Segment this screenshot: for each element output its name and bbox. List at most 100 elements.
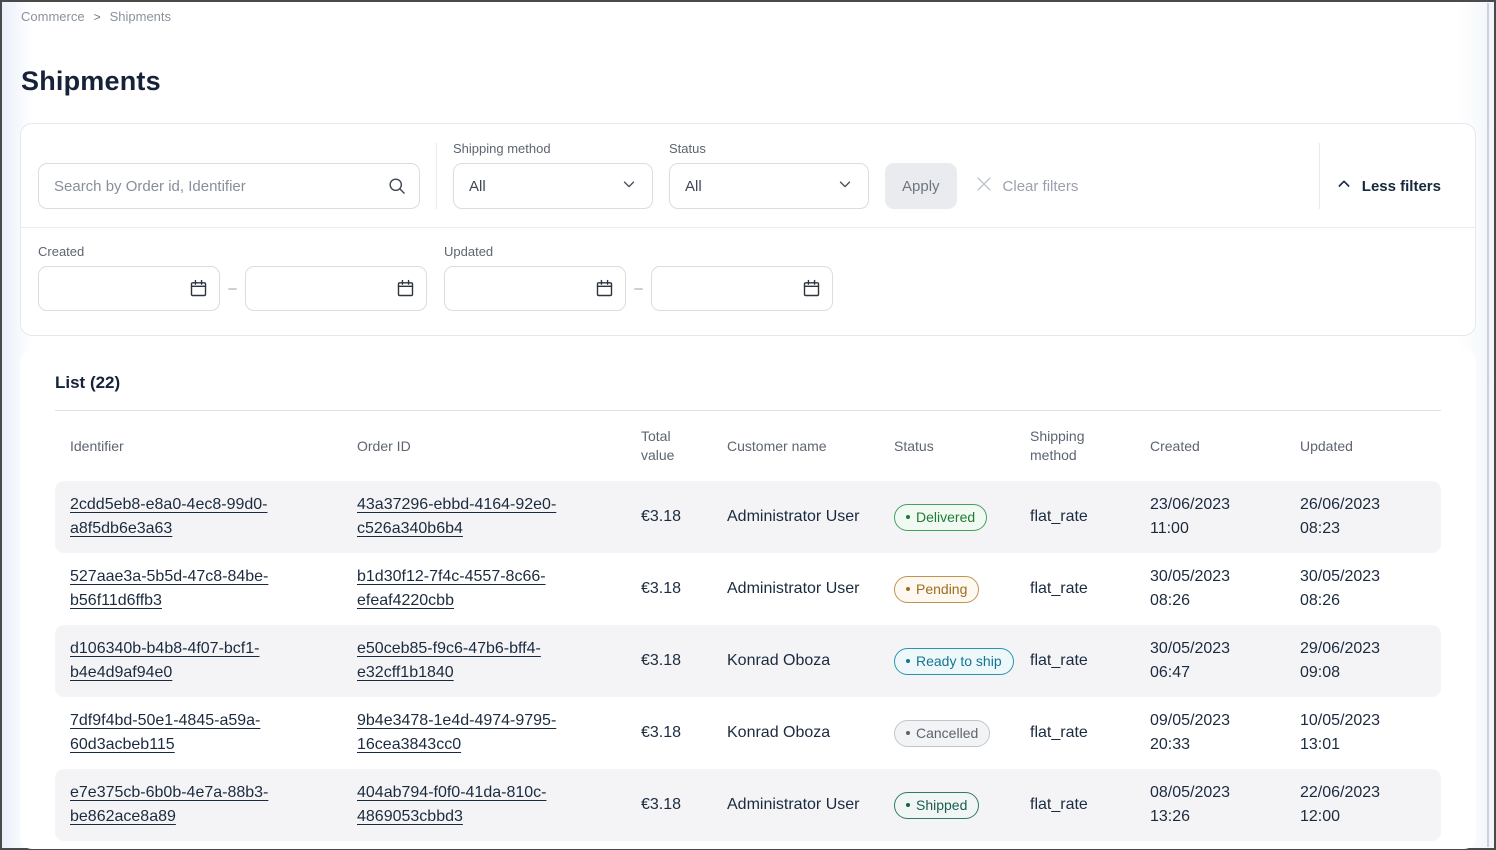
updated-range: –	[444, 266, 833, 311]
less-filters-toggle[interactable]: Less filters	[1336, 163, 1458, 209]
identifier-cell: 2cdd5eb8-e8a0-4ec8-99d0-a8f5db6e3a63	[70, 493, 357, 541]
status-badge: Shipped	[894, 792, 979, 819]
status-cell: Delivered	[894, 503, 1030, 531]
column-header-shipping-method: Shipping method	[1030, 427, 1150, 465]
status-dot	[906, 731, 910, 735]
column-header-created: Created	[1150, 437, 1300, 456]
order-id-link[interactable]: b1d30f12-7f4c-4557-8c66-efeaf4220cbb	[357, 568, 546, 609]
column-header-status: Status	[894, 437, 1030, 456]
customer-name-cell: Administrator User	[727, 793, 894, 817]
filters-panel: Shipping method All Status All Apply	[20, 123, 1476, 336]
created-date: 08/05/2023	[1150, 781, 1280, 805]
identifier-cell: 7df9f4bd-50e1-4845-a59a-60d3acbeb115	[70, 709, 357, 757]
identifier-link[interactable]: d106340b-b4b8-4f07-bcf1-b4e4d9af94e0	[70, 640, 259, 681]
created-cell: 30/05/202306:47	[1150, 637, 1300, 685]
created-cell: 23/06/202311:00	[1150, 493, 1300, 541]
range-dash: –	[626, 280, 651, 297]
filters-top-row: Shipping method All Status All Apply	[21, 124, 1475, 227]
filter-divider-vertical	[436, 143, 437, 209]
status-cell: Ready to ship	[894, 647, 1030, 675]
identifier-cell: d106340b-b4b8-4f07-bcf1-b4e4d9af94e0	[70, 637, 357, 685]
breadcrumb-commerce[interactable]: Commerce	[21, 9, 85, 24]
created-cell: 30/05/202308:26	[1150, 565, 1300, 613]
order-id-link[interactable]: 9b4e3478-1e4d-4974-9795-16cea3843cc0	[357, 712, 556, 753]
status-select[interactable]: All	[669, 163, 869, 209]
range-dash: –	[220, 280, 245, 297]
total-value-cell: €3.18	[641, 793, 727, 817]
status-badge-label: Delivered	[916, 509, 975, 526]
updated-from-field	[444, 266, 626, 311]
created-date: 09/05/2023	[1150, 709, 1280, 733]
status-dot	[906, 515, 910, 519]
status-badge: Cancelled	[894, 720, 990, 747]
less-filters-label: Less filters	[1362, 178, 1441, 195]
status-dot	[906, 587, 910, 591]
order-id-cell: e50ceb85-f9c6-47b6-bff4-e32cff1b1840	[357, 637, 641, 685]
search-icon	[387, 176, 407, 201]
filters-toggle-area: Less filters	[1303, 143, 1458, 209]
shipping-method-cell: flat_rate	[1030, 793, 1150, 817]
identifier-link[interactable]: 7df9f4bd-50e1-4845-a59a-60d3acbeb115	[70, 712, 260, 753]
identifier-link[interactable]: e7e375cb-6b0b-4e7a-88b3-be862ace8a89	[70, 784, 268, 825]
created-date: 30/05/2023	[1150, 565, 1280, 589]
created-filter: Created –	[38, 244, 427, 311]
order-id-link[interactable]: 404ab794-f0f0-41da-810c-4869053cbbd3	[357, 784, 546, 825]
order-id-cell: 43a37296-ebbd-4164-92e0-c526a340b6b4	[357, 493, 641, 541]
total-value-cell: €3.18	[641, 721, 727, 745]
calendar-icon[interactable]	[395, 278, 416, 304]
calendar-icon[interactable]	[594, 278, 615, 304]
chevron-up-icon	[1336, 176, 1352, 196]
calendar-icon[interactable]	[801, 278, 822, 304]
status-cell: Pending	[894, 575, 1030, 603]
identifier-link[interactable]: 2cdd5eb8-e8a0-4ec8-99d0-a8f5db6e3a63	[70, 496, 267, 537]
created-time: 06:47	[1150, 661, 1280, 685]
shipping-method-label: Shipping method	[453, 141, 653, 156]
shipping-method-select[interactable]: All	[453, 163, 653, 209]
customer-name-cell: Administrator User	[727, 505, 894, 529]
total-value-cell: €3.18	[641, 649, 727, 673]
customer-name-cell: Konrad Oboza	[727, 721, 894, 745]
shipping-method-cell: flat_rate	[1030, 649, 1150, 673]
identifier-link[interactable]: 527aae3a-5b5d-47c8-84be-b56f11d6ffb3	[70, 568, 268, 609]
breadcrumb: Commerce > Shipments	[0, 0, 1496, 24]
status-badge: Ready to ship	[894, 648, 1014, 675]
total-value-cell: €3.18	[641, 577, 727, 601]
table-row: e7e375cb-6b0b-4e7a-88b3-be862ace8a89 404…	[55, 769, 1441, 841]
updated-time: 13:01	[1300, 733, 1408, 757]
clear-filters-button[interactable]: Clear filters	[974, 163, 1079, 209]
updated-time: 08:23	[1300, 517, 1408, 541]
order-id-link[interactable]: 43a37296-ebbd-4164-92e0-c526a340b6b4	[357, 496, 556, 537]
customer-name-cell: Konrad Oboza	[727, 649, 894, 673]
search-field	[38, 163, 420, 209]
order-id-link[interactable]: e50ceb85-f9c6-47b6-bff4-e32cff1b1840	[357, 640, 541, 681]
filter-divider-vertical	[1319, 143, 1320, 209]
close-icon	[974, 174, 994, 198]
created-time: 11:00	[1150, 517, 1280, 541]
status-cell: Shipped	[894, 791, 1030, 819]
updated-cell: 26/06/202308:23	[1300, 493, 1428, 541]
shipping-method-cell: flat_rate	[1030, 721, 1150, 745]
status-badge-label: Ready to ship	[916, 653, 1002, 670]
page-scrollbar[interactable]	[1487, 3, 1489, 847]
updated-time: 09:08	[1300, 661, 1408, 685]
page-title: Shipments	[21, 66, 1496, 97]
shipping-method-cell: flat_rate	[1030, 577, 1150, 601]
table-header: Identifier Order ID Total value Customer…	[55, 411, 1441, 481]
apply-button[interactable]: Apply	[885, 163, 957, 209]
status-badge-label: Cancelled	[916, 725, 978, 742]
shipping-method-cell: flat_rate	[1030, 505, 1150, 529]
order-id-cell: 9b4e3478-1e4d-4974-9795-16cea3843cc0	[357, 709, 641, 757]
calendar-icon[interactable]	[188, 278, 209, 304]
updated-cell: 22/06/202312:00	[1300, 781, 1428, 829]
column-header-customer-name: Customer name	[727, 437, 894, 456]
search-input[interactable]	[38, 163, 420, 209]
total-value-cell: €3.18	[641, 505, 727, 529]
table-row: 7df9f4bd-50e1-4845-a59a-60d3acbeb115 9b4…	[55, 697, 1441, 769]
filters-date-row: Created – Updated	[21, 228, 1475, 335]
column-header-identifier: Identifier	[70, 437, 357, 456]
breadcrumb-shipments[interactable]: Shipments	[110, 9, 171, 24]
updated-date: 26/06/2023	[1300, 493, 1408, 517]
chevron-down-icon	[836, 175, 854, 197]
breadcrumb-separator: >	[94, 10, 101, 24]
created-range: –	[38, 266, 427, 311]
